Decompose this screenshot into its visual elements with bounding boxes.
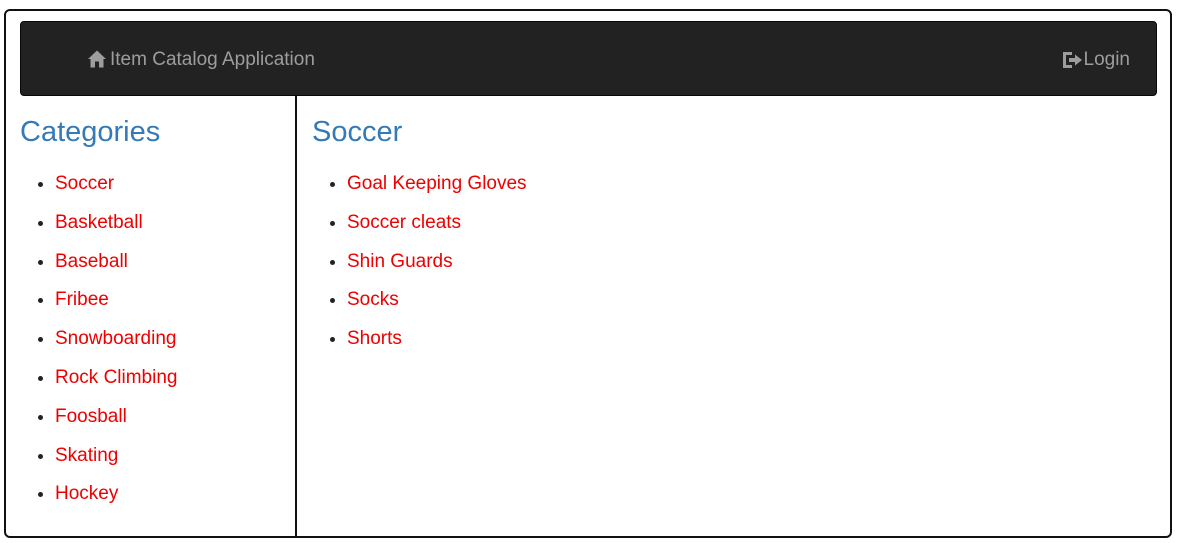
item-link[interactable]: Shin Guards [347,251,453,272]
item-link[interactable]: Shorts [347,328,402,349]
category-link[interactable]: Hockey [55,483,118,504]
brand-label: Item Catalog Application [110,48,315,70]
item-link[interactable]: Socks [347,289,399,310]
log-in-icon [1062,51,1083,69]
category-link[interactable]: Snowboarding [55,328,176,349]
brand-link[interactable]: Item Catalog Application [87,22,315,97]
list-item: Basketball [55,204,290,243]
login-link[interactable]: Login [1062,22,1131,97]
list-item: Shorts [347,320,1152,359]
categories-sidebar: Categories Soccer Basketball Baseball Fr… [20,110,290,514]
category-link[interactable]: Fribee [55,289,109,310]
category-link[interactable]: Foosball [55,406,127,427]
list-item: Skating [55,437,290,476]
list-item: Shin Guards [347,243,1152,282]
categories-heading: Categories [20,116,161,148]
category-link[interactable]: Rock Climbing [55,367,177,388]
navbar: Item Catalog Application Login [20,21,1157,96]
list-item: Rock Climbing [55,359,290,398]
list-item: Goal Keeping Gloves [347,165,1152,204]
list-item: Snowboarding [55,320,290,359]
list-item: Hockey [55,475,290,514]
category-list: Soccer Basketball Baseball Fribee Snowbo… [20,165,290,514]
category-link[interactable]: Skating [55,445,118,466]
item-link[interactable]: Soccer cleats [347,212,461,233]
home-icon [87,49,107,69]
category-link[interactable]: Basketball [55,212,143,233]
item-list: Goal Keeping Gloves Soccer cleats Shin G… [312,165,1152,359]
item-link[interactable]: Goal Keeping Gloves [347,173,527,194]
list-item: Soccer [55,165,290,204]
list-item: Foosball [55,398,290,437]
list-item: Socks [347,281,1152,320]
list-item: Baseball [55,243,290,282]
category-title: Soccer [312,116,403,148]
list-item: Soccer cleats [347,204,1152,243]
category-link[interactable]: Soccer [55,173,114,194]
list-item: Fribee [55,281,290,320]
login-label: Login [1083,48,1131,70]
items-panel: Soccer Goal Keeping Gloves Soccer cleats… [312,110,1152,359]
column-divider [295,96,297,538]
category-link[interactable]: Baseball [55,251,128,272]
